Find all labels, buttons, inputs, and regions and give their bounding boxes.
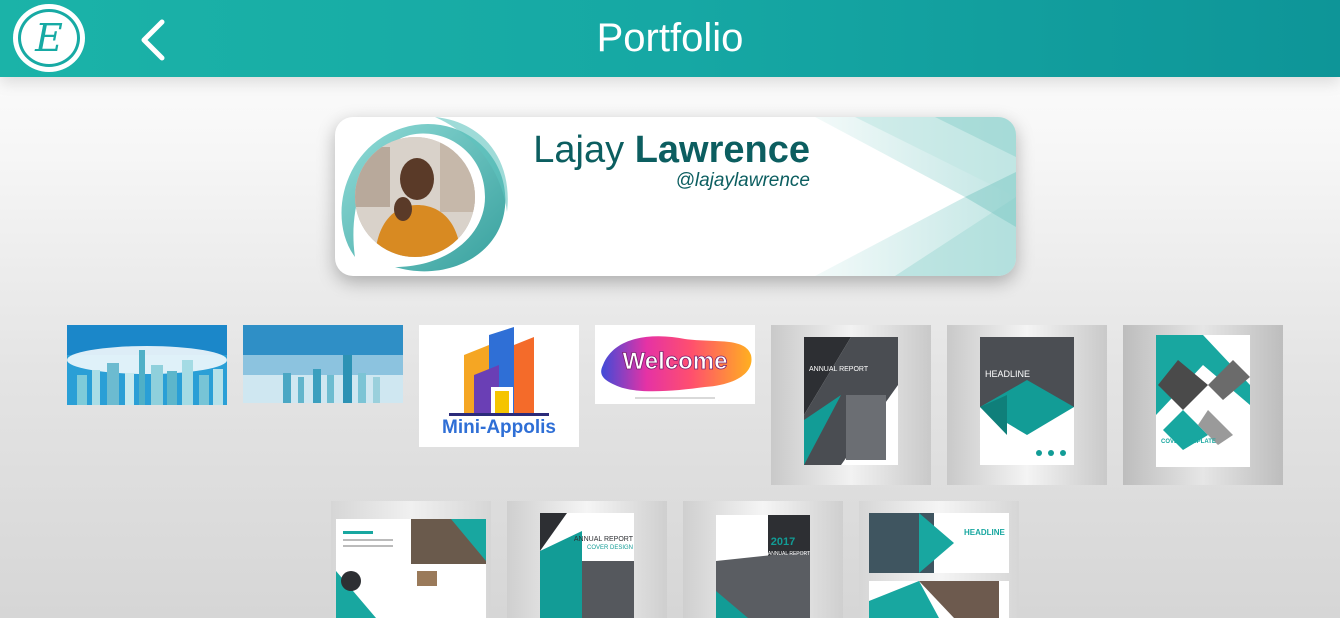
- report-cover-image: ANNUAL REPORT: [804, 337, 898, 465]
- portfolio-item-headline-brochure-2[interactable]: HEADLINE: [859, 501, 1019, 618]
- welcome-text: Welcome: [623, 348, 728, 375]
- report-subtitle-text: ANNUAL REPORT: [768, 551, 810, 557]
- report-title-text: ANNUAL REPORT: [574, 536, 634, 543]
- city-skyline-image: [243, 325, 403, 403]
- portfolio-item-headline-brochure-1[interactable]: HEADLINE: [947, 325, 1107, 485]
- portfolio-item-mini-appolis-logo[interactable]: Mini-Appolis: [419, 325, 579, 447]
- portfolio-item-cover-template[interactable]: COVER TEMPLATE: [1123, 325, 1283, 485]
- last-name: Lawrence: [634, 129, 810, 171]
- report-title-text: ANNUAL REPORT: [809, 366, 869, 373]
- portfolio-item-annual-report-2017[interactable]: 2017 ANNUAL REPORT: [683, 501, 843, 618]
- report-subtitle-text: COVER DESIGN: [587, 545, 633, 551]
- city-skyline-image: [67, 325, 227, 405]
- portfolio-item-brochure-spread[interactable]: [331, 501, 491, 618]
- portfolio-item-welcome-banner[interactable]: Welcome: [595, 325, 755, 404]
- profile-handle: @lajaylawrence: [675, 170, 810, 191]
- portfolio-item-city-skyline-1[interactable]: [67, 325, 227, 405]
- portfolio-item-city-skyline-2[interactable]: [243, 325, 403, 403]
- logo-letter: E: [18, 9, 80, 67]
- profile-card: Lajay Lawrence @lajaylawrence: [335, 117, 1016, 276]
- cover-template-image: COVER TEMPLATE: [1156, 335, 1250, 467]
- cover-template-text: COVER TEMPLATE: [1161, 439, 1216, 445]
- headline-text: HEADLINE: [985, 369, 1030, 379]
- headline-text: HEADLINE: [964, 528, 1006, 537]
- person-photo: [355, 137, 475, 257]
- page-title: Portfolio: [596, 16, 744, 60]
- chevron-left-icon: [141, 19, 165, 61]
- profile-name: Lajay Lawrence: [533, 129, 810, 172]
- back-button[interactable]: [134, 16, 174, 64]
- portfolio-item-annual-report-1[interactable]: ANNUAL REPORT: [771, 325, 931, 485]
- brochure-cover-image: HEADLINE: [869, 513, 1009, 618]
- welcome-brush-image: Welcome: [601, 336, 752, 399]
- brochure-cover-image: HEADLINE: [980, 337, 1074, 465]
- report-cover-image: 2017 ANNUAL REPORT: [716, 515, 810, 618]
- brochure-spread-image: [336, 519, 486, 618]
- report-year-text: 2017: [771, 536, 795, 548]
- portfolio-item-annual-report-cover-design[interactable]: ANNUAL REPORT COVER DESIGN: [507, 501, 667, 618]
- report-cover-image: ANNUAL REPORT COVER DESIGN: [540, 513, 634, 618]
- avatar: [355, 137, 475, 257]
- top-app-bar: E Portfolio: [0, 0, 1340, 77]
- building-logo-image: Mini-Appolis: [442, 327, 556, 438]
- app-logo[interactable]: E: [13, 4, 85, 72]
- logo-text: Mini-Appolis: [442, 417, 556, 438]
- first-name: Lajay: [533, 129, 625, 171]
